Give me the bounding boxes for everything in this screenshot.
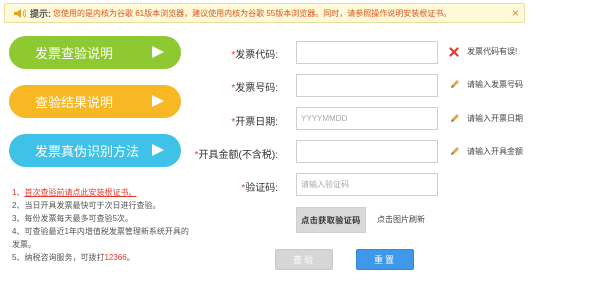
invoice-code-input[interactable] — [296, 41, 438, 64]
button-label: 发票真伪识别方法 — [35, 144, 140, 159]
hotline-number: 12366 — [104, 253, 127, 262]
close-icon[interactable]: × — [512, 7, 519, 19]
issue-date-hint: 请输入开票日期 — [449, 113, 523, 124]
note-item: 5、纳税咨询服务，可拨打12366。 — [12, 253, 135, 262]
pencil-icon — [449, 146, 460, 157]
note-item: 4、可查验最近1年内增值税发票管理新系统开具的发票。 — [12, 227, 189, 249]
notes-list: 1、首次查验前请点此安装根证书。 2、当日开具发票最快可于次日进行查验。 3、每… — [12, 186, 192, 264]
note-item: 2、当日开具发票最快可于次日进行查验。 — [12, 201, 161, 210]
play-icon — [152, 95, 164, 107]
button-label: 查验结果说明 — [35, 95, 114, 110]
invoice-number-hint: 请输入发票号码 — [449, 79, 523, 90]
error-x-icon — [449, 46, 460, 57]
notice-text: 您使用的是内核为谷歌 61版本浏览器，建议使用内核为谷歌 55版本浏览器。同时，… — [53, 8, 452, 18]
pencil-icon — [449, 79, 460, 90]
amount-hint: 请输入开具金额 — [449, 146, 523, 157]
issue-date-input[interactable] — [296, 107, 438, 130]
captcha-input[interactable] — [296, 173, 438, 196]
check-result-guide-button[interactable]: 查验结果说明 — [9, 85, 181, 118]
reset-button[interactable]: 重置 — [356, 249, 414, 270]
play-icon — [152, 144, 164, 156]
install-cert-link[interactable]: 首次查验前请点此安装根证书。 — [24, 188, 136, 197]
captcha-image[interactable]: 点击获取验证码 — [296, 207, 366, 233]
play-icon — [152, 46, 164, 58]
amount-label: *开具金额(不含税): — [194, 150, 278, 161]
note-item: 3、每份发票每天最多可查验5次。 — [12, 214, 133, 223]
button-label: 发票查验说明 — [35, 46, 114, 61]
speaker-icon — [13, 7, 26, 19]
invoice-number-input[interactable] — [296, 74, 438, 97]
check-button[interactable]: 查验 — [275, 249, 333, 270]
amount-input[interactable] — [296, 140, 438, 163]
invoice-code-label: *发票代码: — [231, 50, 278, 61]
invoice-number-label: *发票号码: — [231, 83, 278, 94]
invoice-check-guide-button[interactable]: 发票查验说明 — [9, 36, 181, 69]
issue-date-label: *开票日期: — [231, 117, 278, 128]
captcha-label: *验证码: — [241, 183, 278, 194]
notice-label: 提示: — [30, 8, 51, 19]
captcha-refresh-hint: 点击图片刷新 — [377, 215, 425, 224]
authenticity-guide-button[interactable]: 发票真伪识别方法 — [9, 134, 181, 167]
note-item: 1、首次查验前请点此安装根证书。 — [12, 188, 137, 197]
invoice-code-hint: 发票代码有误! — [449, 46, 517, 57]
notice-bar: 提示: 您使用的是内核为谷歌 61版本浏览器，建议使用内核为谷歌 55版本浏览器… — [4, 3, 525, 23]
pencil-icon — [449, 113, 460, 124]
